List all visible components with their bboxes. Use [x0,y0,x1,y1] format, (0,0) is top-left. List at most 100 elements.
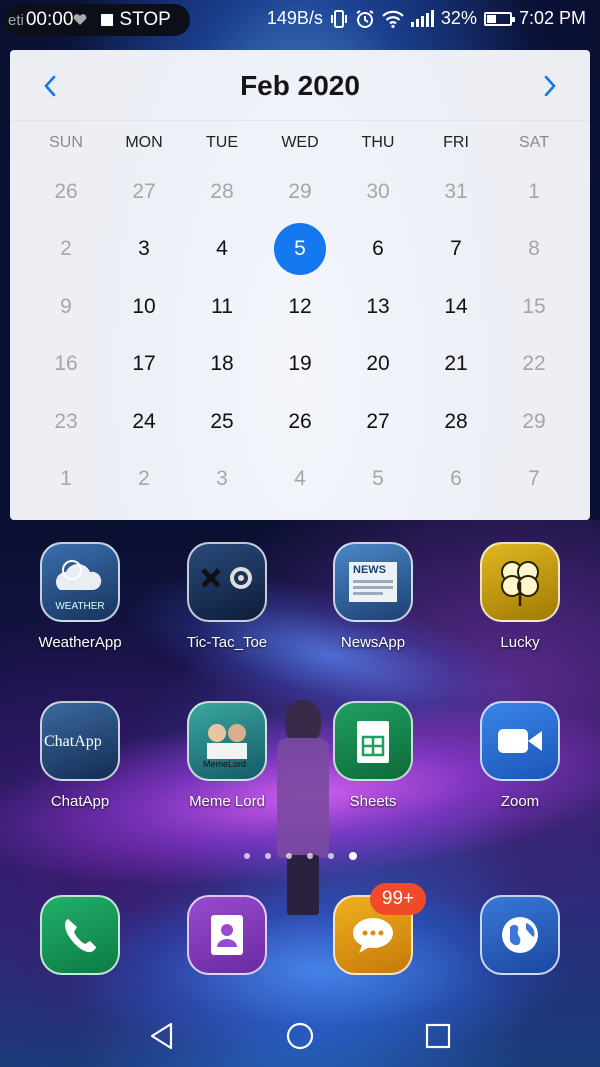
next-month-button[interactable] [532,68,568,104]
recents-icon [425,1023,451,1049]
back-icon [150,1022,173,1050]
calendar-day[interactable]: 4 [183,237,261,261]
dock-browser[interactable] [455,895,585,975]
weekday-header-row: SUN MON TUE WED THU FRI SAT [10,123,590,163]
calendar-day[interactable]: 27 [339,410,417,434]
calendar-day-number: 19 [288,352,312,376]
calendar-day-number: 15 [522,294,546,318]
calendar-day-number: 3 [138,237,150,261]
app-label: Meme Lord [189,793,265,810]
calendar-day[interactable]: 25 [183,410,261,434]
calendar-day[interactable]: 28 [417,410,495,434]
calendar-day[interactable]: 14 [417,295,495,319]
calendar-day-number: 28 [444,409,468,433]
calendar-day[interactable]: 27 [105,180,183,204]
page-dot-active[interactable] [348,852,357,860]
calendar-day[interactable]: 3 [183,467,261,491]
app-meme-lord[interactable]: MemeLord Meme Lord [162,701,292,810]
calendar-week-row: 1 2 3 4 5 6 7 [27,451,573,509]
stop-square-icon[interactable] [101,14,114,26]
app-zoom[interactable]: Zoom [455,701,585,810]
app-lucky[interactable]: Lucky [455,542,585,651]
calendar-day[interactable]: 29 [495,410,573,434]
calendar-day-number: 31 [444,179,468,203]
calendar-day[interactable]: 16 [27,352,105,376]
calendar-day-number: 27 [132,179,156,203]
home-button[interactable] [280,1016,320,1056]
app-label: Lucky [500,634,540,651]
screen-recorder-pill[interactable]: eti 00:00 STOP [4,4,190,36]
recents-button[interactable] [418,1016,458,1056]
calendar-day-number: 25 [210,409,234,433]
calendar-day[interactable]: 31 [417,180,495,204]
calendar-day[interactable]: 24 [105,410,183,434]
app-chatapp[interactable]: ChatApp ChatApp [15,701,145,810]
calendar-day[interactable]: 29 [261,180,339,204]
calendar-day[interactable]: 22 [495,352,573,376]
calendar-day[interactable]: 10 [105,295,183,319]
calendar-day-number: 5 [372,467,384,491]
calendar-day-number: 22 [522,352,546,376]
calendar-day[interactable]: 1 [495,180,573,204]
calendar-day-selected[interactable]: 5 [261,223,339,276]
calendar-day[interactable]: 28 [183,180,261,204]
calendar-day[interactable]: 4 [261,467,339,491]
page-dot[interactable] [243,853,250,859]
heart-icon [74,14,87,25]
calendar-day[interactable]: 6 [417,467,495,491]
calendar-day[interactable]: 8 [495,237,573,261]
calendar-day[interactable]: 7 [495,467,573,491]
status-time: 7:02 PM [518,8,586,28]
page-dot[interactable] [327,853,334,859]
calendar-day[interactable]: 21 [417,352,495,376]
app-label: NewsApp [340,634,406,651]
calendar-day[interactable]: 2 [105,467,183,491]
recorder-stop-button[interactable]: STOP [119,9,170,31]
calendar-day[interactable]: 3 [105,237,183,261]
calendar-day[interactable]: 6 [339,237,417,261]
calendar-day[interactable]: 23 [27,410,105,434]
calendar-day[interactable]: 20 [339,352,417,376]
calendar-day-number: 9 [60,294,72,318]
app-tic-tac-toe[interactable]: Tic-Tac_Toe [162,542,292,651]
home-icon [286,1022,314,1050]
calendar-day[interactable]: 26 [27,180,105,204]
calendar-day[interactable]: 11 [183,295,261,319]
calendar-day[interactable]: 26 [261,410,339,434]
app-sheets[interactable]: Sheets [308,701,438,810]
vibrate-icon [330,9,347,28]
calendar-day-number: 16 [54,352,78,376]
recorder-faded-text: eti [8,11,24,29]
app-newsapp[interactable]: NEWS NewsApp [308,542,438,651]
calendar-day[interactable]: 5 [339,467,417,491]
back-button[interactable] [142,1016,182,1056]
calendar-week-row: 26 27 28 29 30 31 1 [27,163,573,221]
calendar-day[interactable]: 17 [105,352,183,376]
calendar-day[interactable]: 7 [417,237,495,261]
calendar-day[interactable]: 15 [495,295,573,319]
calendar-day[interactable]: 1 [27,467,105,491]
calendar-week-row: 16 17 18 19 20 21 22 [27,336,573,394]
dock-phone[interactable] [15,895,145,975]
meme-icon-text: MemeLord [203,759,247,769]
calendar-day-number: 24 [132,409,156,433]
calendar-day[interactable]: 30 [339,180,417,204]
calendar-day-number: 6 [450,467,462,491]
calendar-day[interactable]: 9 [27,295,105,319]
app-label: Sheets [349,793,397,810]
calendar-widget: Feb 2020 SUN MON TUE WED THU FRI SAT 26 27 28 29 3… [10,50,590,520]
calendar-week-row: 23 24 25 26 27 28 29 [27,393,573,451]
calendar-day[interactable]: 13 [339,295,417,319]
messages-badge: 99+ [370,883,426,915]
calendar-day[interactable]: 2 [27,237,105,261]
calendar-day[interactable]: 12 [261,295,339,319]
page-dot[interactable] [264,853,271,859]
dock-contacts[interactable] [162,895,292,975]
calendar-day[interactable]: 19 [261,352,339,376]
page-dot[interactable] [285,853,292,859]
app-weatherapp[interactable]: WEATHER WeatherApp [15,542,145,651]
calendar-day[interactable]: 18 [183,352,261,376]
calendar-day-number: 3 [216,467,228,491]
app-label: WeatherApp [38,634,122,651]
page-dot[interactable] [306,853,313,859]
